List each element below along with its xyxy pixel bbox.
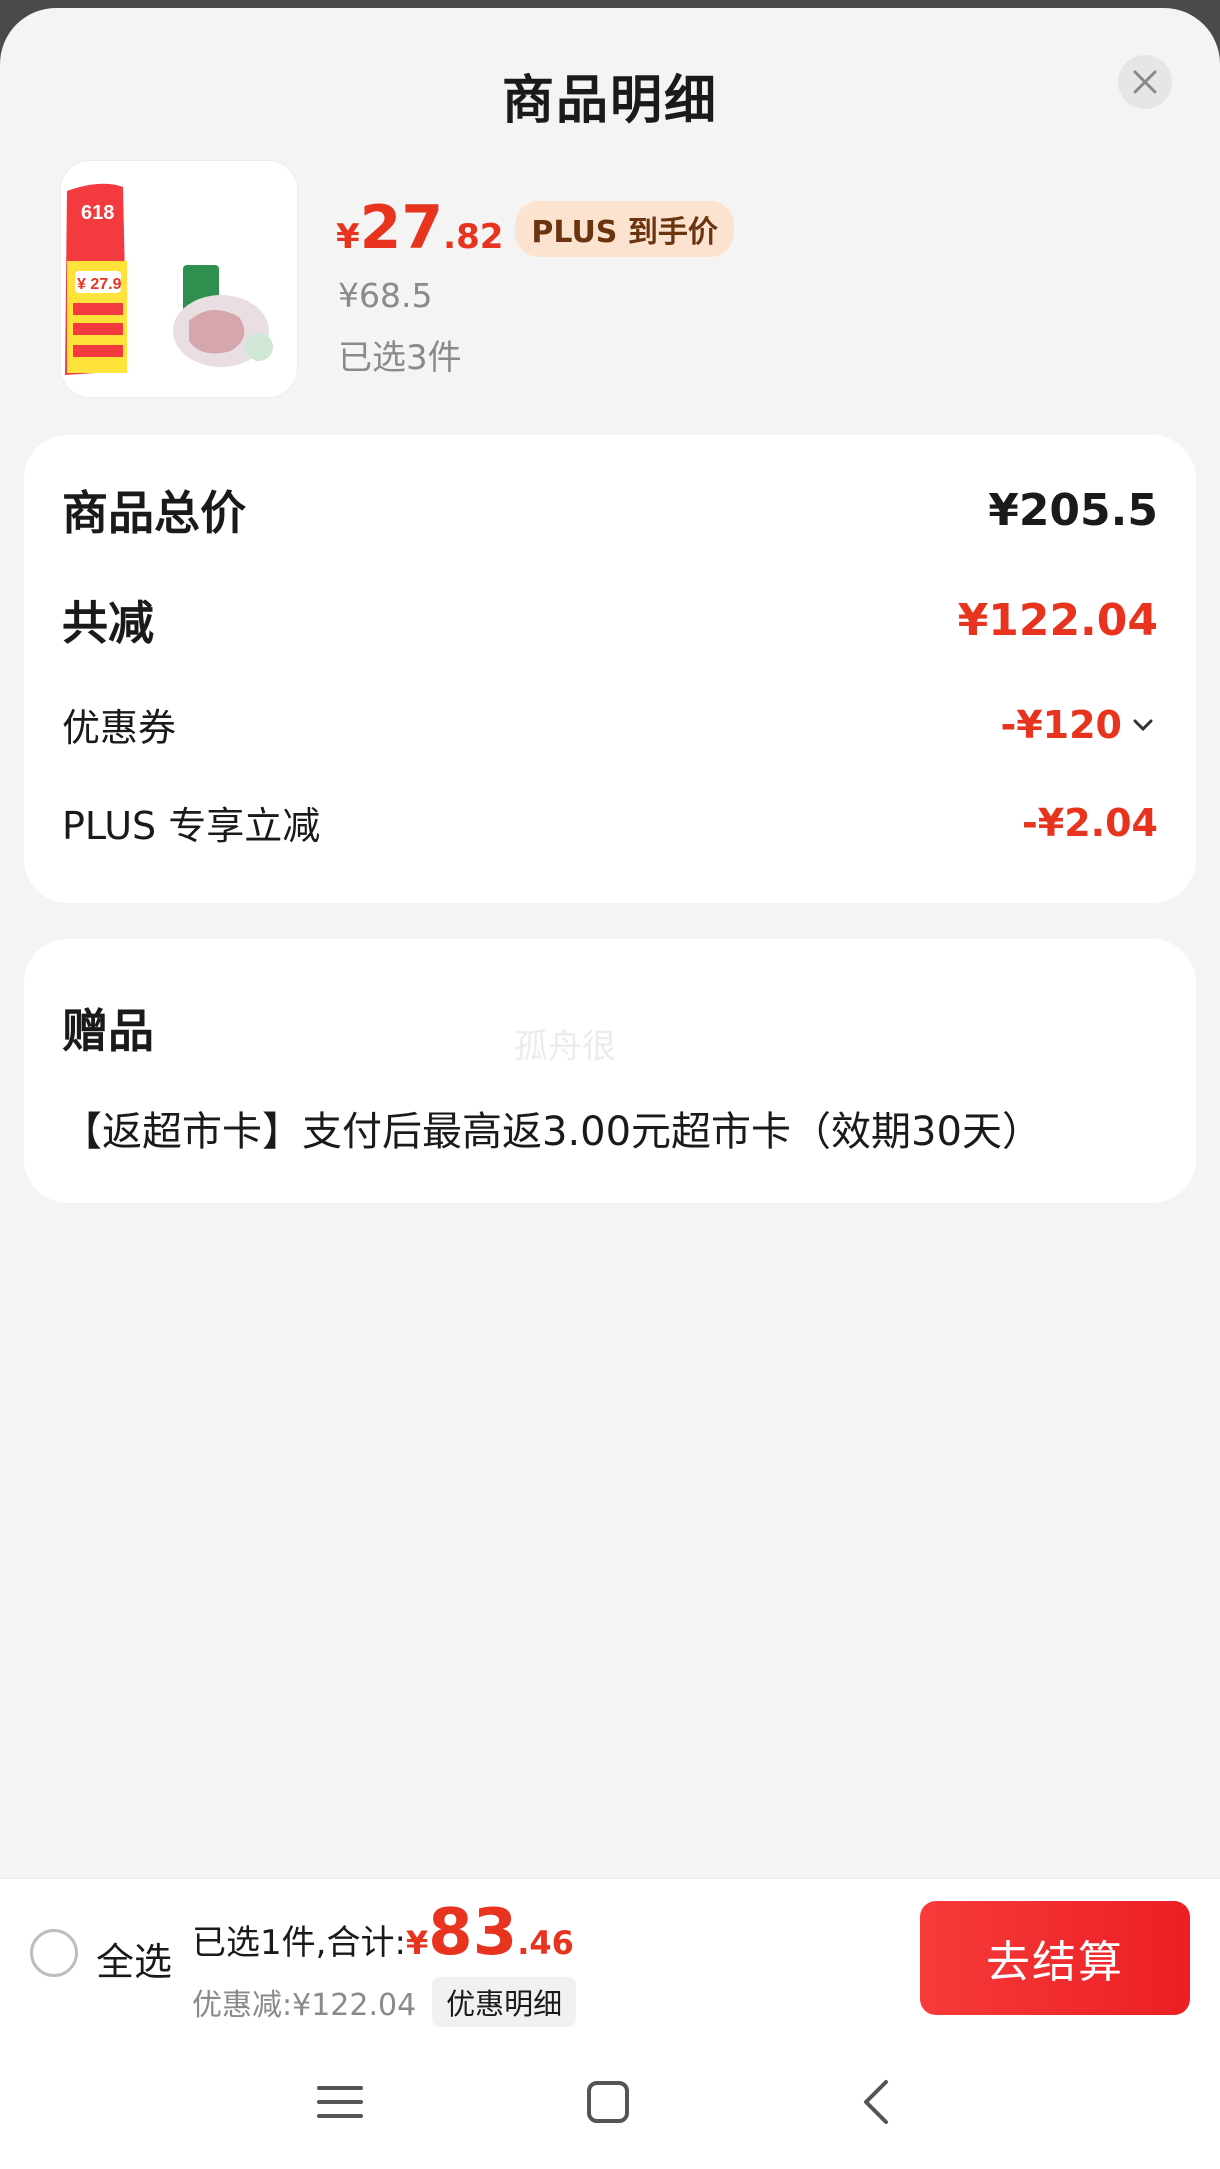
reduce-value: ¥122.04 (957, 594, 1158, 646)
home-icon (587, 2081, 629, 2123)
sum-label: 已选1件,合计: (192, 1923, 406, 1963)
price-yen: ¥ (336, 217, 360, 257)
system-nav-bar (0, 2028, 1220, 2169)
selected-count: 已选3件 (338, 338, 462, 378)
image-price-text: ¥ 27.9 (77, 276, 122, 293)
page-title: 商品明细 (501, 71, 718, 131)
menu-button[interactable] (310, 2072, 370, 2132)
select-all-label[interactable]: 全选 (96, 1931, 172, 1986)
total-value: ¥205.5 (988, 484, 1158, 536)
plus-discount-value: -¥2.04 (1022, 800, 1158, 845)
sum-dec: .46 (517, 1924, 574, 1962)
gift-description: 【返超市卡】支付后最高返3.00元超市卡（效期30天） (62, 1109, 1042, 1155)
sum-int: 83 (428, 1896, 518, 1970)
checkout-button[interactable]: 去结算 (920, 1901, 1190, 2015)
image-badge-text: 618 (81, 202, 114, 224)
detail-sheet: 商品明细 618 ¥ 27.9 ¥ 27 .82 PLUS 到手价 ¥68.5 … (0, 8, 1220, 2169)
sum-yen: ¥ (405, 1924, 429, 1962)
coupon-row[interactable]: 优惠券 -¥120 (62, 697, 1158, 752)
total-row: 商品总价 ¥205.5 (62, 477, 1158, 543)
reduce-label: 共减 (62, 596, 154, 650)
gift-title: 赠品 (62, 1004, 154, 1058)
menu-icon (317, 2086, 363, 2118)
price-int: 27 (359, 193, 444, 263)
close-button[interactable] (1118, 55, 1172, 109)
watermark-text: 孤舟很 (514, 1027, 616, 1067)
coupon-label: 优惠券 (62, 706, 177, 750)
plus-discount-label: PLUS 专享立减 (62, 804, 321, 848)
price-row: ¥ 27 .82 PLUS 到手价 (336, 198, 734, 263)
coupon-value: -¥120 (1000, 702, 1122, 747)
select-all-radio[interactable] (30, 1929, 78, 1977)
total-label: 商品总价 (62, 486, 246, 540)
discount-line: 优惠减:¥122.04 优惠明细 (192, 1977, 577, 2027)
back-button[interactable] (846, 2072, 906, 2132)
reduce-row: 共减 ¥122.04 (62, 587, 1158, 653)
coupon-value-wrap: -¥120 (1000, 703, 1158, 747)
price-dec: .82 (443, 217, 504, 257)
plus-discount-row: PLUS 专享立减 -¥2.04 (62, 795, 1158, 850)
plus-price-badge: PLUS 到手价 (515, 201, 734, 257)
product-image[interactable]: 618 ¥ 27.9 (60, 160, 298, 398)
back-icon (864, 2080, 888, 2124)
discount-text: 优惠减:¥122.04 (192, 1988, 417, 2023)
chevron-down-icon (1133, 719, 1153, 731)
price-summary-card: 商品总价 ¥205.5 共减 ¥122.04 优惠券 -¥120 PLUS 专享… (24, 435, 1196, 903)
sum-line: 已选1件,合计: ¥ 83 .46 (192, 1901, 574, 1965)
checkout-bar: 全选 已选1件,合计: ¥ 83 .46 优惠减:¥122.04 优惠明细 去结… (0, 1878, 1220, 2028)
original-price: ¥68.5 (338, 276, 433, 315)
home-button[interactable] (578, 2072, 638, 2132)
discount-detail-button[interactable]: 优惠明细 (432, 1977, 577, 2027)
close-icon (1133, 70, 1157, 94)
gift-card: 赠品 孤舟很 【返超市卡】支付后最高返3.00元超市卡（效期30天） (24, 939, 1196, 1203)
